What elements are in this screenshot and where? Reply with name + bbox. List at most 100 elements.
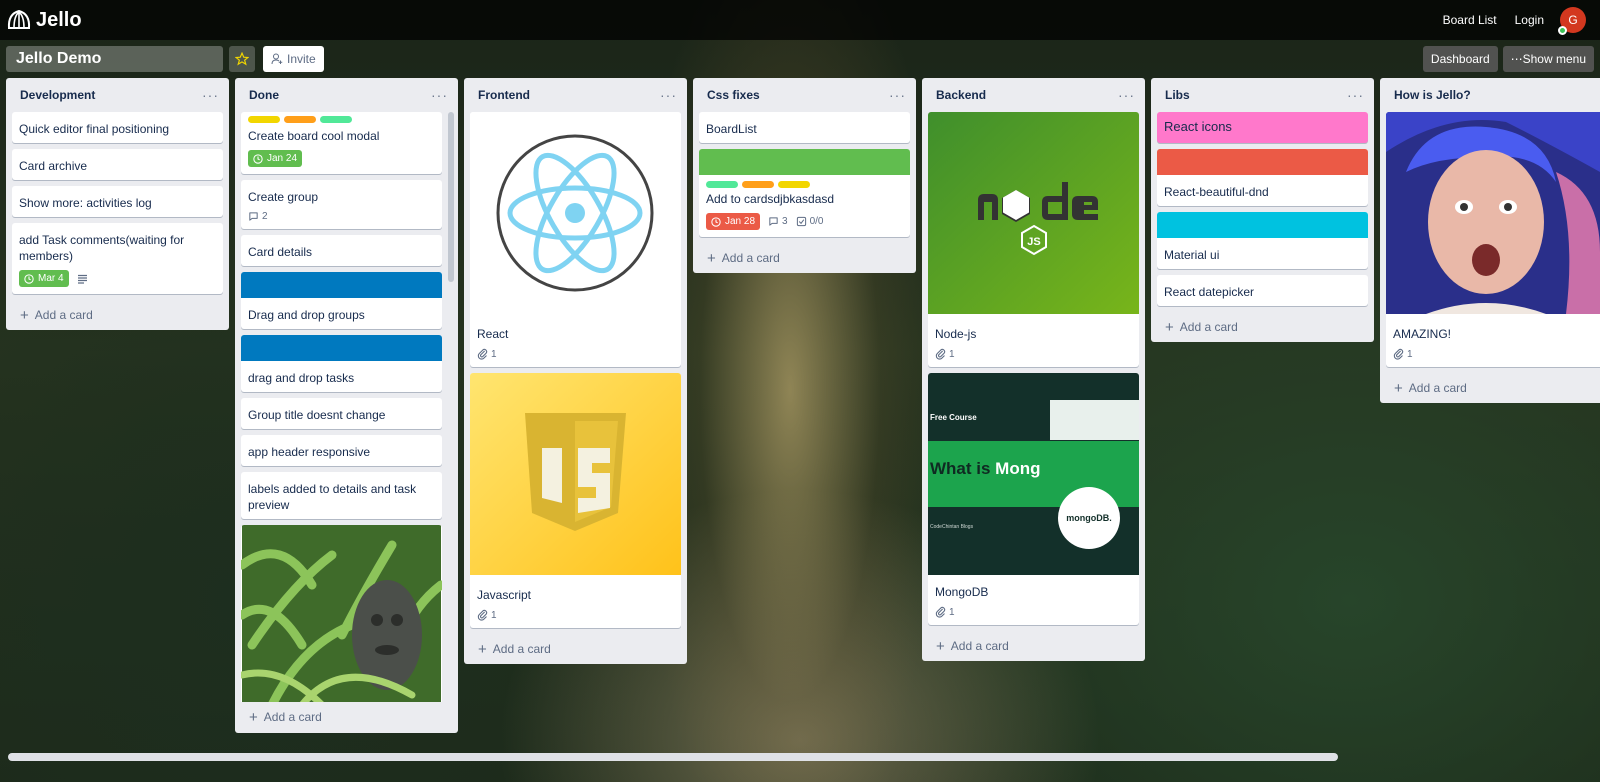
app-logo[interactable]: Jello bbox=[6, 8, 82, 32]
due-date-text: Mar 4 bbox=[38, 273, 64, 284]
card[interactable]: Free Course What is Mong CodeChintan Blo… bbox=[928, 373, 1139, 625]
add-card-button[interactable]: + Add a card bbox=[464, 634, 687, 664]
card[interactable]: React datepicker bbox=[1157, 275, 1368, 306]
card[interactable]: Add to cardsdjbkasdasd Jan 28 3 0/0 bbox=[699, 149, 910, 237]
list-title[interactable]: Development bbox=[20, 88, 95, 102]
card[interactable]: BoardList bbox=[699, 112, 910, 143]
list-scrollbar[interactable] bbox=[448, 112, 454, 282]
card[interactable]: Group title doesnt change bbox=[241, 398, 442, 429]
card-title: Material ui bbox=[1164, 248, 1220, 262]
card-title: React icons bbox=[1164, 119, 1232, 134]
list-menu-icon[interactable]: ··· bbox=[1347, 88, 1364, 102]
card-title: React datepicker bbox=[1164, 285, 1255, 299]
list-menu-icon[interactable]: ··· bbox=[431, 88, 448, 102]
list-menu-icon[interactable]: ··· bbox=[202, 88, 219, 102]
card-title: Quick editor final positioning bbox=[19, 122, 170, 136]
add-card-button[interactable]: + Add a card bbox=[235, 702, 458, 732]
card[interactable]: Show more: activities log bbox=[12, 186, 223, 217]
card[interactable]: Create board cool modal Jan 24 bbox=[241, 112, 442, 174]
show-menu-button[interactable]: ⋯Show menu bbox=[1502, 46, 1594, 72]
add-card-button[interactable]: + Add a card bbox=[693, 243, 916, 273]
invite-button[interactable]: Invite bbox=[263, 46, 324, 72]
list-menu-icon[interactable]: ··· bbox=[889, 88, 906, 102]
comments-badge: 3 bbox=[768, 216, 788, 227]
list-done: Done ··· Create board cool modal Jan 24 bbox=[235, 78, 458, 733]
login-link[interactable]: Login bbox=[1515, 13, 1544, 27]
list-css-fixes: Css fixes ··· BoardList Add to cardsdjbk… bbox=[693, 78, 916, 273]
star-board-button[interactable] bbox=[229, 46, 255, 72]
add-card-button[interactable]: + Add a card bbox=[922, 631, 1145, 661]
board-title[interactable]: Jello Demo bbox=[6, 46, 223, 72]
card[interactable]: Material ui bbox=[1157, 212, 1368, 269]
card[interactable] bbox=[241, 525, 442, 702]
jello-logo-icon bbox=[7, 9, 31, 29]
card-title: React-beautiful-dnd bbox=[1164, 185, 1269, 199]
card[interactable]: Card archive bbox=[12, 149, 223, 180]
add-card-button[interactable]: + Add a card bbox=[1151, 312, 1374, 342]
mongo-headline: What is Mong bbox=[930, 459, 1041, 479]
add-card-button[interactable]: + Add a card bbox=[1380, 373, 1600, 403]
list-menu-icon[interactable]: ··· bbox=[1118, 88, 1135, 102]
list-title[interactable]: Done bbox=[249, 88, 279, 102]
card-cover-color bbox=[241, 335, 442, 361]
list-frontend: Frontend ··· React 1 Javascript 1 + Add … bbox=[464, 78, 687, 664]
due-date-badge[interactable]: Jan 28 bbox=[706, 213, 761, 230]
list-header[interactable]: Libs ··· bbox=[1151, 78, 1374, 112]
attachments-badge: 1 bbox=[1393, 348, 1413, 360]
list-header[interactable]: Backend ··· bbox=[922, 78, 1145, 112]
attachments-count: 1 bbox=[1407, 348, 1413, 360]
comments-count: 3 bbox=[782, 216, 788, 227]
list-title[interactable]: Frontend bbox=[478, 88, 530, 102]
card-cover-color bbox=[1157, 149, 1368, 175]
card[interactable]: labels added to details and task preview bbox=[241, 472, 442, 519]
plus-icon: + bbox=[1394, 379, 1403, 397]
clock-icon bbox=[711, 216, 721, 227]
free-course-text: Free Course bbox=[930, 413, 977, 422]
card[interactable]: Create group 2 bbox=[241, 180, 442, 229]
add-card-label: Add a card bbox=[721, 251, 780, 265]
label-yellow bbox=[778, 181, 810, 188]
due-date-badge[interactable]: Mar 4 bbox=[19, 270, 69, 287]
card-title: drag and drop tasks bbox=[248, 371, 355, 385]
card[interactable]: Javascript 1 bbox=[470, 373, 681, 628]
card[interactable]: React icons bbox=[1157, 112, 1368, 143]
card[interactable]: Card details bbox=[241, 235, 442, 266]
list-header[interactable]: How is Jello? bbox=[1380, 78, 1600, 112]
list-libs: Libs ··· React icons React-beautiful-dnd… bbox=[1151, 78, 1374, 342]
card[interactable]: JS Node-js 1 bbox=[928, 112, 1139, 367]
list-title[interactable]: Backend bbox=[936, 88, 986, 102]
due-date-badge[interactable]: Jan 24 bbox=[248, 150, 303, 167]
card-labels bbox=[699, 175, 910, 188]
card[interactable]: AMAZING! 1 bbox=[1386, 112, 1600, 367]
card-title: AMAZING! bbox=[1393, 327, 1452, 341]
user-avatar[interactable]: G bbox=[1558, 7, 1586, 35]
due-date-text: Jan 24 bbox=[267, 153, 298, 164]
list-header[interactable]: Frontend ··· bbox=[464, 78, 687, 112]
card[interactable]: Quick editor final positioning bbox=[12, 112, 223, 143]
list-development: Development ··· Quick editor final posit… bbox=[6, 78, 229, 330]
list-title[interactable]: Libs bbox=[1165, 88, 1190, 102]
list-header[interactable]: Done ··· bbox=[235, 78, 458, 112]
comments-count: 2 bbox=[262, 211, 268, 222]
list-header[interactable]: Css fixes ··· bbox=[693, 78, 916, 112]
plus-icon: + bbox=[1165, 318, 1174, 336]
board-header: Jello Demo Invite Dashboard ⋯Show menu bbox=[0, 44, 1600, 74]
list-menu-icon[interactable]: ··· bbox=[660, 88, 677, 102]
card[interactable]: React-beautiful-dnd bbox=[1157, 149, 1368, 206]
card[interactable]: Drag and drop groups bbox=[241, 272, 442, 329]
card[interactable]: React 1 bbox=[470, 112, 681, 367]
board-horizontal-scrollbar[interactable] bbox=[8, 753, 1338, 761]
card-title: Create board cool modal bbox=[248, 129, 380, 143]
list-title[interactable]: How is Jello? bbox=[1394, 88, 1471, 102]
card[interactable]: app header responsive bbox=[241, 435, 442, 466]
comment-icon bbox=[249, 212, 258, 221]
paperclip-icon bbox=[935, 348, 946, 360]
add-card-button[interactable]: + Add a card bbox=[6, 300, 229, 330]
dashboard-button[interactable]: Dashboard bbox=[1422, 46, 1498, 72]
card[interactable]: drag and drop tasks bbox=[241, 335, 442, 392]
board-list-link[interactable]: Board List bbox=[1443, 13, 1497, 27]
card[interactable]: add Task comments(waiting for members) M… bbox=[12, 223, 223, 294]
list-title[interactable]: Css fixes bbox=[707, 88, 760, 102]
card-title: Card archive bbox=[19, 159, 88, 173]
list-header[interactable]: Development ··· bbox=[6, 78, 229, 112]
